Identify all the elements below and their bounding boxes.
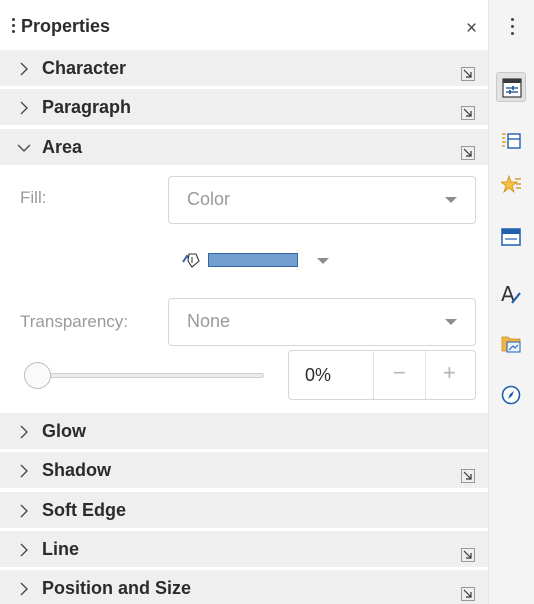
chevron-right-icon [20,582,28,596]
sidebar-menu-icon[interactable] [511,18,515,39]
chevron-right-icon [20,464,28,478]
section-paragraph[interactable]: Paragraph [0,89,488,125]
fill-type-value: Color [187,189,231,209]
chevron-right-icon [20,425,28,439]
panel-title: Properties [21,16,111,36]
section-line[interactable]: Line [0,531,488,567]
spin-divider [425,351,426,399]
panel-header: Properties × [0,10,488,44]
transparency-slider-handle[interactable] [24,362,51,389]
section-character[interactable]: Character [0,50,488,86]
drag-handle-icon[interactable] [12,18,16,36]
sidebar-tabbar: A [488,0,534,604]
section-label: Character [42,58,127,78]
color-dropdown-arrow-icon[interactable] [317,258,329,264]
navigator-page-icon[interactable] [496,222,526,252]
section-label: Area [42,137,83,157]
properties-panel: Properties × Character Paragraph Area Fi… [0,0,488,604]
fill-label: Fill: [20,188,47,207]
section-area[interactable]: Area [0,129,488,165]
transparency-dropdown[interactable]: None [168,298,476,346]
section-label: Line [42,539,80,559]
increment-button[interactable]: + [443,360,456,386]
chevron-right-icon [20,62,28,76]
transparency-label: Transparency: [20,312,129,331]
section-shadow[interactable]: Shadow [0,452,488,488]
more-options-icon[interactable] [461,106,475,120]
chevron-right-icon [20,101,28,115]
fill-color-swatch[interactable] [208,253,298,267]
transparency-percent-value[interactable]: 0% [305,365,331,386]
dropdown-arrow-icon [445,319,457,325]
more-options-icon[interactable] [461,587,475,601]
gallery-folder-icon[interactable] [496,328,526,358]
section-soft-edge[interactable]: Soft Edge [0,492,488,528]
transparency-spinbox[interactable]: 0% − + [288,350,476,400]
more-options-icon[interactable] [461,67,475,81]
section-label: Position and Size [42,578,192,598]
section-label: Soft Edge [42,500,126,520]
transparency-slider-track[interactable] [38,373,264,378]
section-position-and-size[interactable]: Position and Size [0,570,488,604]
close-icon[interactable]: × [466,18,477,40]
chevron-right-icon [20,504,28,518]
transparency-value: None [187,311,231,331]
more-options-icon[interactable] [461,146,475,160]
spin-divider [373,351,374,399]
gallery-icon[interactable] [496,170,526,200]
styles-icon[interactable] [496,126,526,156]
fill-type-dropdown[interactable]: Color [168,176,476,224]
section-label: Paragraph [42,97,132,117]
more-options-icon[interactable] [461,548,475,562]
properties-icon[interactable] [496,72,526,102]
dropdown-arrow-icon [445,197,457,203]
section-label: Shadow [42,460,112,480]
section-label: Glow [42,421,86,441]
chevron-down-icon [17,144,31,152]
navigator-icon[interactable] [496,380,526,410]
decrement-button[interactable]: − [393,360,406,386]
paint-bucket-icon[interactable] [180,250,202,270]
chevron-right-icon [20,543,28,557]
fontwork-icon[interactable]: A [496,278,526,308]
more-options-icon[interactable] [461,469,475,483]
section-glow[interactable]: Glow [0,413,488,449]
